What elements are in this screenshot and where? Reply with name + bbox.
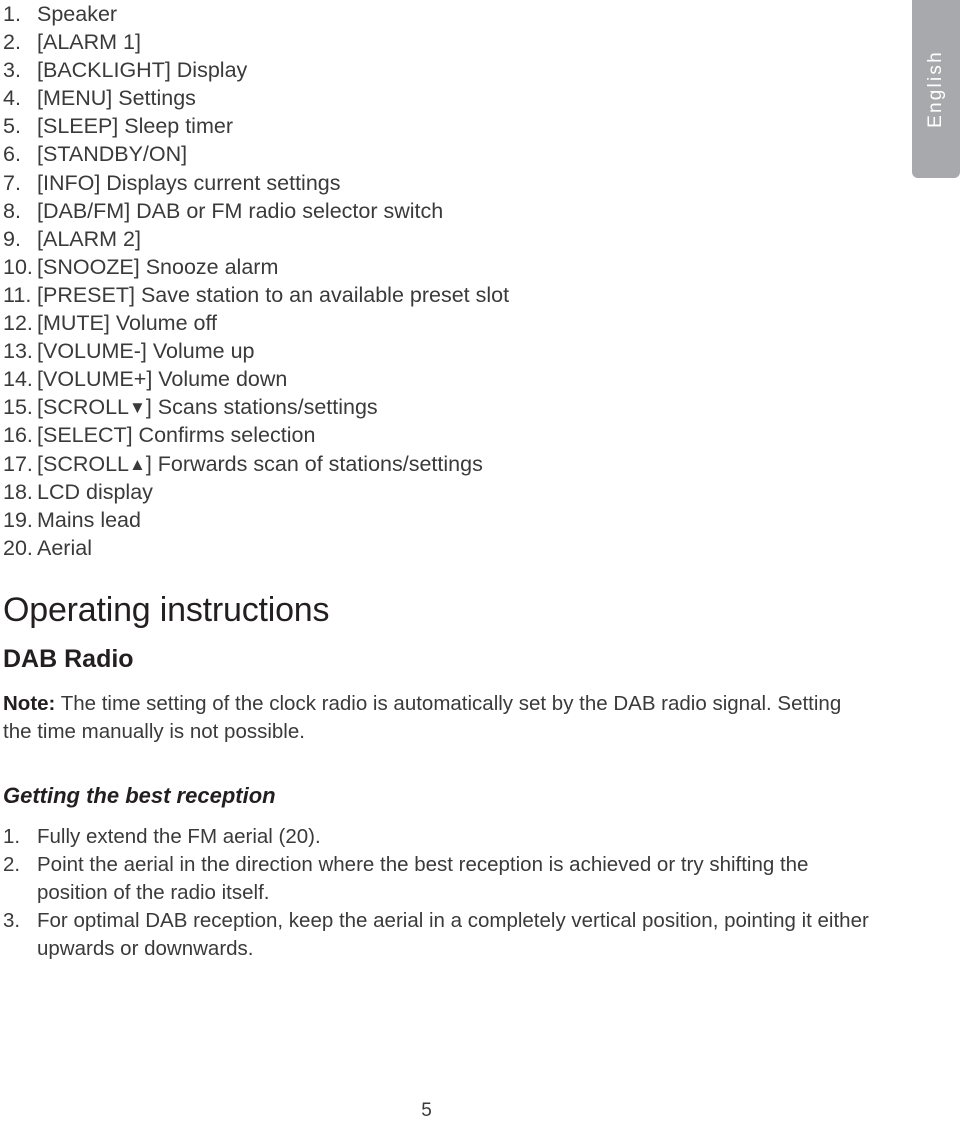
parts-list-item: 14. [VOLUME+] Volume down (3, 365, 900, 393)
language-tab: English (912, 0, 960, 178)
note-label: Note: (3, 691, 56, 715)
parts-list-item-number: 14. (3, 367, 33, 392)
parts-list-item: 11. [PRESET] Save station to an available… (3, 281, 900, 309)
parts-list-item-number: 15. (3, 395, 33, 420)
reception-step-item-number: 3. (3, 908, 21, 932)
parts-list: 1. Speaker 2. [ALARM 1] 3. [BACKLIGHT] Displa… (3, 0, 900, 562)
parts-list-item-label: [STANDBY/ON] (37, 142, 188, 167)
page-number: 5 (421, 1100, 432, 1121)
reception-section-title: Getting the best reception (3, 782, 276, 808)
parts-list-item-number: 8. (3, 198, 21, 223)
reception-step-item-label: Fully extend the FM aerial (20). (37, 824, 321, 848)
parts-list-item: 13. [VOLUME-] Volume up (3, 337, 900, 365)
parts-list-item-number: 9. (3, 226, 21, 251)
parts-list-item-number: 18. (3, 479, 33, 504)
parts-list-item-number: 16. (3, 423, 33, 448)
parts-list-item-label: [ALARM 2] (37, 226, 141, 251)
parts-list-item: 20. Aerial (3, 534, 900, 562)
reception-step-item-number: 1. (3, 824, 21, 848)
parts-list-item-label: [SLEEP] Sleep timer (37, 114, 233, 139)
parts-list-item-number: 1. (3, 2, 21, 26)
parts-list-item-label: [MENU] Settings (37, 86, 196, 111)
parts-list-item: 4. [MENU] Settings (3, 84, 900, 112)
parts-list-item-number: 19. (3, 507, 33, 532)
parts-list-item: 15. [SCROLL▼] Scans stations/settings (3, 393, 900, 421)
parts-list-item-label: [SELECT] Confirms selection (37, 423, 316, 448)
parts-list-item-number: 2. (3, 30, 21, 55)
page-title: Operating instructions (3, 590, 330, 629)
scroll-down-triangle-icon: ▼ (129, 398, 146, 418)
parts-list-item-label: [INFO] Displays current settings (37, 170, 341, 195)
parts-list-item-number: 10. (3, 254, 33, 279)
parts-list-item-label: [BACKLIGHT] Display (37, 58, 248, 83)
parts-list-item-label: [ALARM 1] (37, 30, 141, 55)
parts-list-item-number: 13. (3, 339, 33, 364)
parts-list-item: 1. Speaker (3, 0, 900, 28)
reception-step-item: 2. Point the aerial in the direction wher… (3, 851, 877, 907)
parts-list-item-number: 3. (3, 58, 21, 83)
parts-list-item: 12. [MUTE] Volume off (3, 309, 900, 337)
parts-list-item: 18. LCD display (3, 478, 900, 506)
reception-step-item-label: Point the aerial in the direction where … (37, 852, 809, 904)
parts-list-item: 6. [STANDBY/ON] (3, 140, 900, 168)
parts-list-item-label: LCD display (37, 479, 153, 504)
parts-list-item-number: 11. (3, 282, 32, 307)
page-content: 1. Speaker 2. [ALARM 1] 3. [BACKLIGHT] Displa… (0, 0, 900, 963)
scroll-up-triangle-icon: ▲ (129, 454, 146, 474)
language-tab-label: English (925, 50, 946, 128)
reception-step-item: 1. Fully extend the FM aerial (20). (3, 823, 877, 851)
parts-list-item: 2. [ALARM 1] (3, 28, 900, 56)
note-paragraph: Note: The time setting of the clock radi… (3, 690, 843, 746)
parts-list-item-label: [MUTE] Volume off (37, 311, 218, 336)
parts-list-item-label: [DAB/FM] DAB or FM radio selector switch (37, 198, 444, 223)
section-subtitle: DAB Radio (3, 644, 134, 673)
note-body: The time setting of the clock radio is a… (3, 691, 842, 743)
parts-list-item: 8. [DAB/FM] DAB or FM radio selector swit… (3, 197, 900, 225)
parts-list-item-label: [VOLUME-] Volume up (37, 339, 255, 364)
reception-step-item-label: For optimal DAB reception, keep the aeri… (37, 908, 869, 960)
parts-list-item-number: 12. (3, 311, 33, 336)
parts-list-item-label: [SNOOZE] Snooze alarm (37, 254, 279, 279)
parts-list-item: 16. [SELECT] Confirms selection (3, 421, 900, 449)
reception-step-item: 3. For optimal DAB reception, keep the ae… (3, 907, 877, 963)
parts-list-item: 17. [SCROLL▲] Forwards scan of stations/s… (3, 450, 900, 478)
parts-list-item: 3. [BACKLIGHT] Display (3, 56, 900, 84)
parts-list-item: 10. [SNOOZE] Snooze alarm (3, 253, 900, 281)
parts-list-item-label: [SCROLL▲] Forwards scan of stations/sett… (37, 451, 483, 476)
parts-list-item: 7. [INFO] Displays current settings (3, 169, 900, 197)
reception-step-item-number: 2. (3, 852, 21, 876)
parts-list-item-label: [VOLUME+] Volume down (37, 367, 288, 392)
parts-list-item-number: 20. (3, 535, 33, 560)
parts-list-item-number: 6. (3, 142, 21, 167)
parts-list-item-number: 5. (3, 114, 21, 139)
parts-list-item-number: 7. (3, 170, 21, 195)
parts-list-item: 9. [ALARM 2] (3, 225, 900, 253)
parts-list-item-label: [SCROLL▼] Scans stations/settings (37, 395, 378, 420)
parts-list-item-number: 4. (3, 86, 21, 111)
reception-steps-list: 1. Fully extend the FM aerial (20). 2. Poin… (3, 823, 900, 963)
parts-list-item-label: Speaker (37, 2, 118, 26)
parts-list-item: 19. Mains lead (3, 506, 900, 534)
parts-list-item-label: Mains lead (37, 507, 141, 532)
parts-list-item: 5. [SLEEP] Sleep timer (3, 112, 900, 140)
parts-list-item-number: 17. (3, 451, 33, 476)
parts-list-item-label: [PRESET] Save station to an available pr… (37, 282, 510, 307)
parts-list-item-label: Aerial (37, 535, 92, 560)
